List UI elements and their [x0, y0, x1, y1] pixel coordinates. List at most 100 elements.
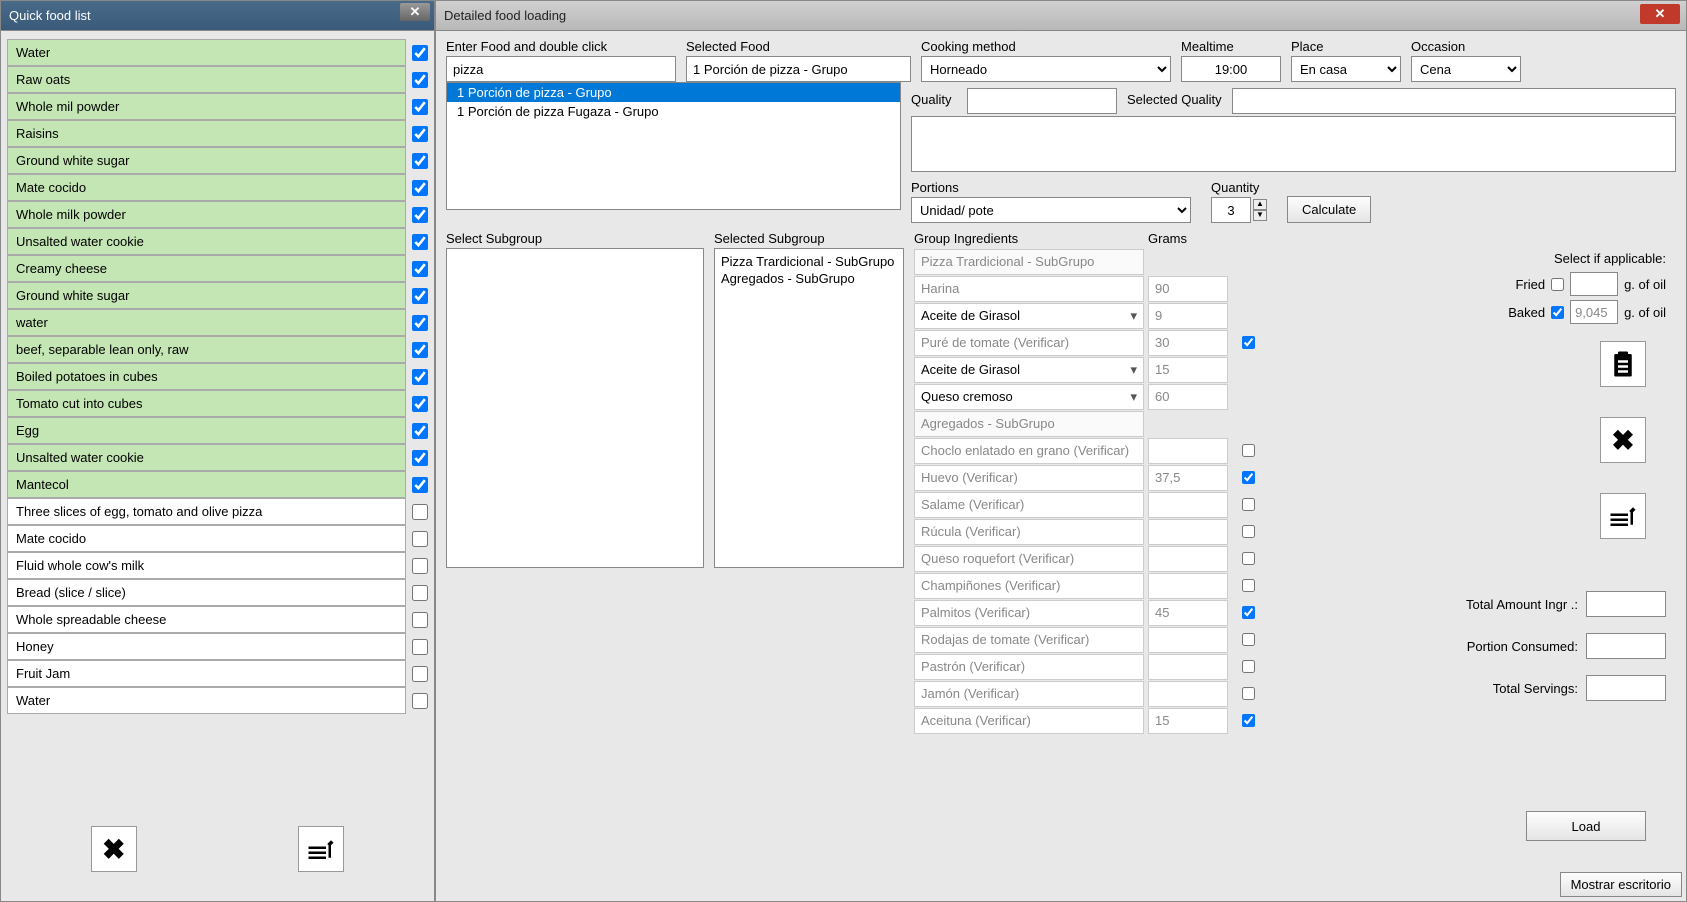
ingredient-checkbox[interactable] [1242, 498, 1255, 511]
food-checkbox[interactable] [412, 666, 428, 682]
food-item[interactable]: Whole milk powder [7, 201, 406, 228]
food-item[interactable]: water [7, 309, 406, 336]
food-item[interactable]: Creamy cheese [7, 255, 406, 282]
ingredient-grams[interactable]: 15 [1148, 708, 1228, 734]
close-icon[interactable]: ✕ [1640, 4, 1680, 24]
food-checkbox[interactable] [412, 72, 428, 88]
food-item[interactable]: beef, separable lean only, raw [7, 336, 406, 363]
food-checkbox[interactable] [412, 234, 428, 250]
subgroup-item[interactable]: Pizza Trardicional - SubGrupo [721, 253, 897, 270]
ingredient-grams[interactable]: 90 [1148, 276, 1228, 302]
ingredient-grams[interactable]: 9 [1148, 303, 1228, 329]
quality-textarea[interactable] [911, 116, 1676, 172]
food-checkbox[interactable] [412, 315, 428, 331]
food-checkbox[interactable] [412, 693, 428, 709]
food-item[interactable]: Whole spreadable cheese [7, 606, 406, 633]
load-button[interactable]: Load [1526, 811, 1646, 841]
ingredient-checkbox[interactable] [1242, 552, 1255, 565]
clear-list-button[interactable] [298, 826, 344, 872]
ingredient-checkbox[interactable] [1242, 660, 1255, 673]
food-item[interactable]: Mantecol [7, 471, 406, 498]
food-checkbox[interactable] [412, 288, 428, 304]
portion-consumed-field[interactable] [1586, 633, 1666, 659]
ingredient-checkbox[interactable] [1242, 525, 1255, 538]
selected-subgroup-list[interactable]: Pizza Trardicional - SubGrupoAgregados -… [714, 248, 904, 568]
food-checkbox[interactable] [412, 477, 428, 493]
ingredient-grams[interactable]: 37,5 [1148, 465, 1228, 491]
ingredient-checkbox[interactable] [1242, 336, 1255, 349]
select-subgroup-list[interactable] [446, 248, 704, 568]
quantity-stepper[interactable] [1211, 197, 1251, 223]
food-checkbox[interactable] [412, 342, 428, 358]
food-item[interactable]: Unsalted water cookie [7, 228, 406, 255]
remove-button[interactable]: ✖ [1600, 417, 1646, 463]
ingredient-checkbox[interactable] [1242, 471, 1255, 484]
food-checkbox[interactable] [412, 423, 428, 439]
food-item[interactable]: Raw oats [7, 66, 406, 93]
food-checkbox[interactable] [412, 207, 428, 223]
clear-button[interactable] [1600, 493, 1646, 539]
food-checkbox[interactable] [412, 153, 428, 169]
food-item[interactable]: Mate cocido [7, 525, 406, 552]
food-checkbox[interactable] [412, 558, 428, 574]
mealtime-field[interactable] [1181, 56, 1281, 82]
ingredient-grams[interactable]: 30 [1148, 330, 1228, 356]
ingredient-checkbox[interactable] [1242, 579, 1255, 592]
food-checkbox[interactable] [412, 369, 428, 385]
ingredient-grams[interactable] [1148, 681, 1228, 707]
food-item[interactable]: Honey [7, 633, 406, 660]
ingredient-checkbox[interactable] [1242, 633, 1255, 646]
ingredient-checkbox[interactable] [1242, 687, 1255, 700]
food-checkbox[interactable] [412, 99, 428, 115]
baked-checkbox[interactable] [1551, 306, 1564, 319]
food-item[interactable]: Ground white sugar [7, 282, 406, 309]
food-checkbox[interactable] [412, 531, 428, 547]
food-item[interactable]: Egg [7, 417, 406, 444]
food-checkbox[interactable] [412, 585, 428, 601]
search-results-list[interactable]: 1 Porción de pizza - Grupo1 Porción de p… [446, 82, 901, 210]
ingredient-checkbox[interactable] [1242, 606, 1255, 619]
ingredient-grams[interactable] [1148, 519, 1228, 545]
cooking-select[interactable]: Horneado [921, 56, 1171, 82]
search-result-item[interactable]: 1 Porción de pizza - Grupo [447, 83, 900, 102]
ingredient-grams[interactable] [1148, 438, 1228, 464]
food-item[interactable]: Whole mil powder [7, 93, 406, 120]
food-item[interactable]: Three slices of egg, tomato and olive pi… [7, 498, 406, 525]
close-icon[interactable]: ✕ [400, 3, 430, 21]
ingredient-grams[interactable] [1148, 492, 1228, 518]
food-item[interactable]: Water [7, 687, 406, 714]
place-select[interactable]: En casa [1291, 56, 1401, 82]
food-item[interactable]: Water [7, 39, 406, 66]
food-item[interactable]: Mate cocido [7, 174, 406, 201]
spin-down-button[interactable]: ▼ [1253, 210, 1267, 221]
food-checkbox[interactable] [412, 504, 428, 520]
food-item[interactable]: Ground white sugar [7, 147, 406, 174]
ingredient-grams[interactable]: 45 [1148, 600, 1228, 626]
search-result-item[interactable]: 1 Porción de pizza Fugaza - Grupo [447, 102, 900, 121]
baked-oil-input[interactable] [1570, 300, 1618, 324]
food-checkbox[interactable] [412, 450, 428, 466]
ingredient-checkbox[interactable] [1242, 714, 1255, 727]
food-checkbox[interactable] [412, 180, 428, 196]
food-checkbox[interactable] [412, 126, 428, 142]
subgroup-item[interactable]: Agregados - SubGrupo [721, 270, 897, 287]
sel-quality-field[interactable] [1232, 88, 1676, 114]
food-checkbox[interactable] [412, 639, 428, 655]
calculate-button[interactable]: Calculate [1287, 196, 1371, 223]
ingredient-grams[interactable] [1148, 627, 1228, 653]
ingredient-grams[interactable] [1148, 573, 1228, 599]
selected-food-field[interactable] [686, 56, 911, 82]
fried-checkbox[interactable] [1551, 278, 1564, 291]
food-checkbox[interactable] [412, 45, 428, 61]
ingredient-checkbox[interactable] [1242, 444, 1255, 457]
food-item[interactable]: Raisins [7, 120, 406, 147]
food-item[interactable]: Unsalted water cookie [7, 444, 406, 471]
ingredient-grams[interactable] [1148, 546, 1228, 572]
ingredient-select[interactable]: Queso cremoso [914, 384, 1144, 410]
food-checkbox[interactable] [412, 612, 428, 628]
clipboard-button[interactable] [1600, 341, 1646, 387]
ingredient-select[interactable]: Aceite de Girasol [914, 357, 1144, 383]
total-servings-field[interactable] [1586, 675, 1666, 701]
portions-select[interactable]: Unidad/ pote [911, 197, 1191, 223]
spin-up-button[interactable]: ▲ [1253, 199, 1267, 210]
